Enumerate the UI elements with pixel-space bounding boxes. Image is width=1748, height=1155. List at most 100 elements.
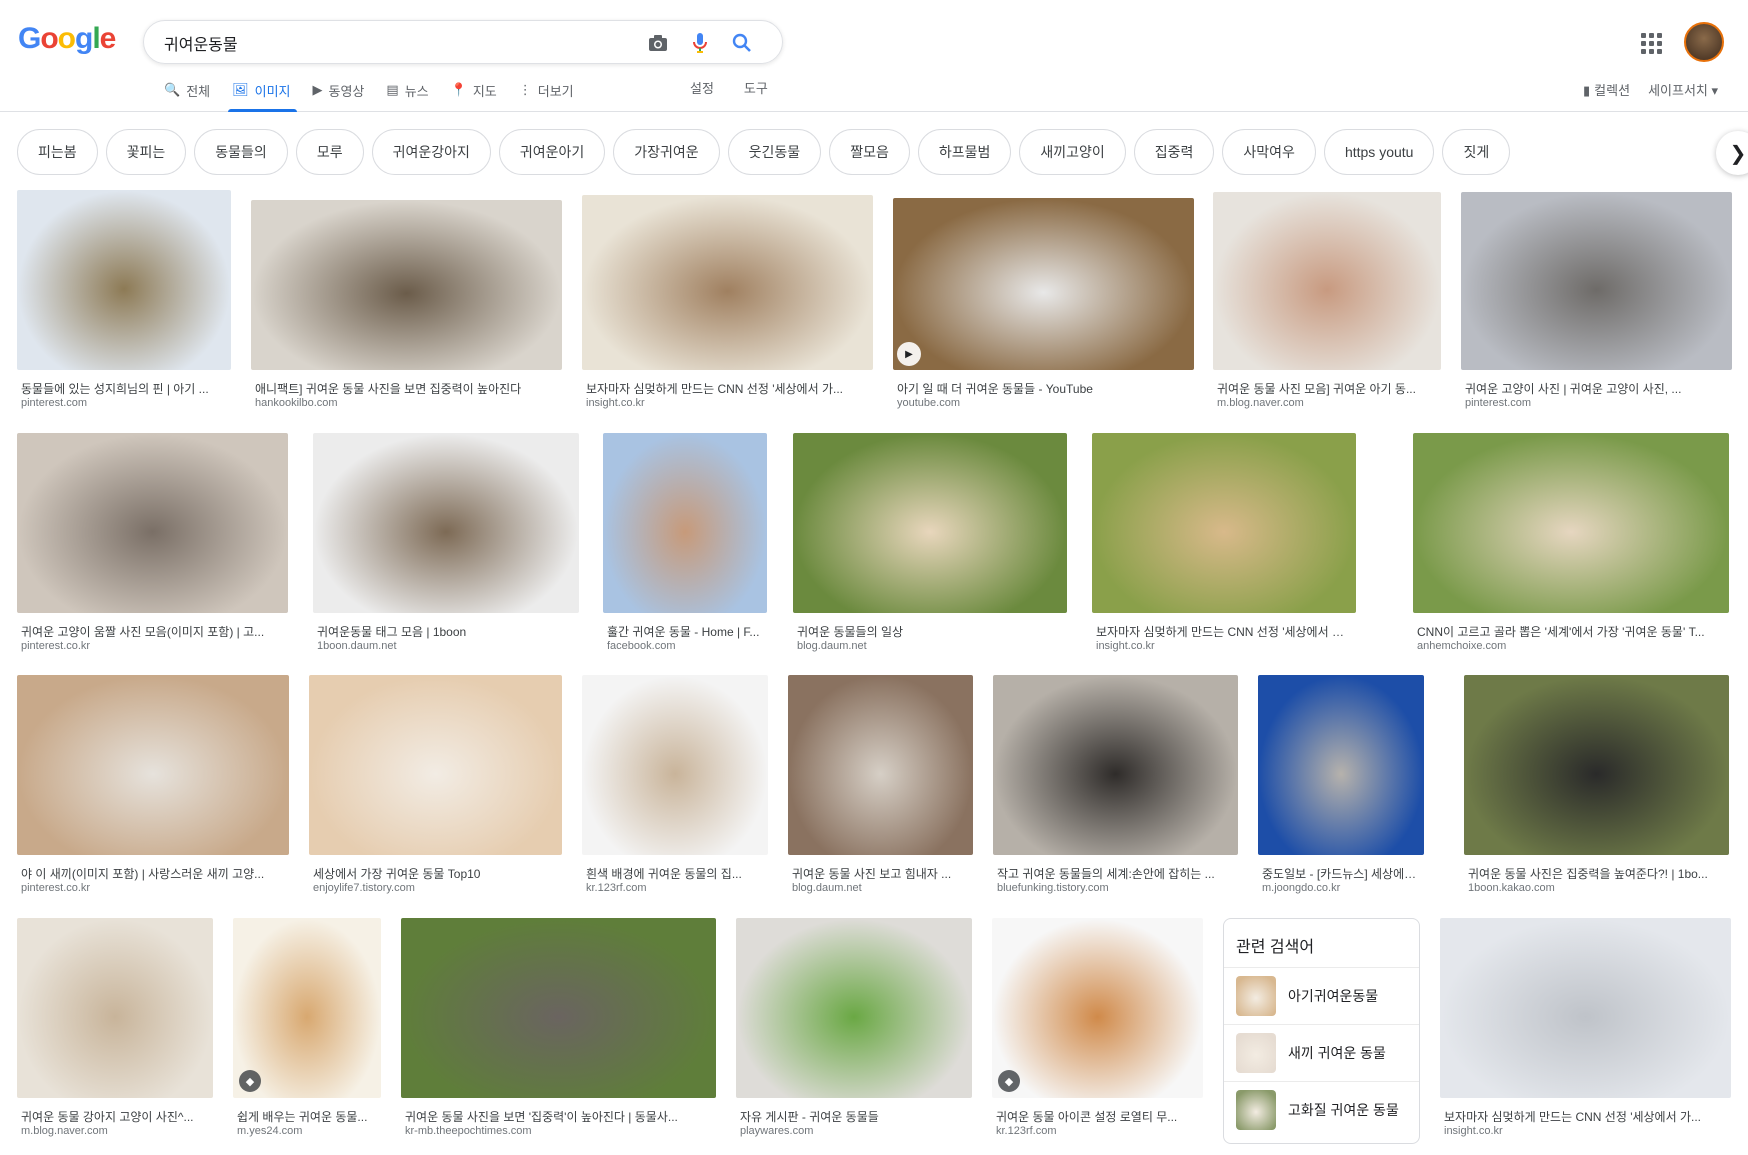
camera-icon[interactable] bbox=[646, 31, 670, 55]
result-thumbnail[interactable] bbox=[17, 433, 288, 613]
result-thumbnail[interactable] bbox=[736, 918, 972, 1098]
result-thumbnail[interactable] bbox=[582, 195, 873, 370]
image-result[interactable]: 귀여운 고양이 움짤 사진 모음(이미지 포함) | 고... pinterest… bbox=[17, 433, 288, 657]
tab-1[interactable]: 🖼 이미지 bbox=[228, 78, 302, 112]
result-title[interactable]: 동물들에 있는 성지희님의 핀 | 아기 ... bbox=[21, 380, 227, 397]
chip[interactable]: 가장귀여운 bbox=[613, 129, 720, 175]
image-result[interactable]: 귀여운 동물들의 일상 blog.daum.net bbox=[793, 433, 1067, 657]
chip[interactable]: https youtu bbox=[1323, 129, 1435, 175]
tab-4[interactable]: 📍 지도 bbox=[447, 78, 509, 112]
result-thumbnail[interactable] bbox=[1464, 675, 1729, 855]
image-result[interactable]: ◆ 귀여운 동물 아이콘 설정 로열티 무... kr.123rf.com bbox=[992, 918, 1203, 1142]
tab-0[interactable]: 🔍 전체 bbox=[160, 78, 222, 112]
image-result[interactable]: CNN이 고르고 골라 뽑은 '세계'에서 가장 '귀여운 동물' T... an… bbox=[1413, 433, 1729, 657]
chevron-right-icon[interactable]: ❯ bbox=[1716, 131, 1748, 175]
result-thumbnail[interactable] bbox=[1440, 918, 1731, 1098]
chip[interactable]: 꽃피는 bbox=[105, 129, 187, 175]
result-thumbnail[interactable] bbox=[1461, 192, 1732, 370]
image-result[interactable]: ◆ 쉽게 배우는 귀여운 동물... m.yes24.com bbox=[233, 918, 381, 1142]
result-title[interactable]: 귀여운 고양이 움짤 사진 모음(이미지 포함) | 고... bbox=[21, 623, 284, 640]
result-title[interactable]: 중도일보 - [카드뉴스] 세상에서 ... bbox=[1262, 865, 1420, 882]
result-thumbnail[interactable] bbox=[1258, 675, 1424, 855]
avatar[interactable] bbox=[1684, 22, 1724, 62]
result-title[interactable]: 흰색 배경에 귀여운 동물의 집... bbox=[586, 865, 764, 882]
result-thumbnail[interactable] bbox=[17, 918, 213, 1098]
result-title[interactable]: 야 이 새끼(이미지 포함) | 사랑스러운 새끼 고양... bbox=[21, 865, 285, 882]
result-thumbnail[interactable] bbox=[993, 675, 1238, 855]
image-result[interactable]: 세상에서 가장 귀여운 동물 Top10 enjoylife7.tistory.c… bbox=[309, 675, 562, 899]
image-result[interactable]: 귀여운동물 태그 모음 | 1boon 1boon.daum.net bbox=[313, 433, 579, 657]
safesearch-dropdown[interactable]: 세이프서치 ▾ bbox=[1648, 80, 1718, 99]
tab-2[interactable]: ▶ 동영상 bbox=[309, 78, 377, 112]
result-title[interactable]: CNN이 고르고 골라 뽑은 '세계'에서 가장 '귀여운 동물' T... bbox=[1417, 623, 1725, 640]
tab-5[interactable]: ⋮ 더보기 bbox=[515, 78, 586, 112]
chip[interactable]: 피는봄 bbox=[17, 129, 98, 175]
result-title[interactable]: 귀여운 동물 사진을 보면 '집중력'이 높아진다 | 동물사... bbox=[405, 1108, 712, 1125]
result-title[interactable]: 귀여운 동물 강아지 고양이 사진^... bbox=[21, 1108, 209, 1125]
image-result[interactable]: 보자마자 심멎하게 만드는 CNN 선정 '세상에서 가장 ... insight… bbox=[1092, 433, 1356, 657]
image-result[interactable]: 훌간 귀여운 동물 - Home | F... facebook.com bbox=[603, 433, 767, 657]
result-title[interactable]: 보자마자 심멎하게 만드는 CNN 선정 '세상에서 가... bbox=[1444, 1108, 1727, 1125]
image-result[interactable]: 귀여운 동물 사진은 집중력을 높여준다?! | 1bo... 1boon.kak… bbox=[1464, 675, 1729, 899]
chip[interactable]: 사막여우 bbox=[1222, 129, 1316, 175]
image-result[interactable]: 귀여운 동물 사진을 보면 '집중력'이 높아진다 | 동물사... kr-mb.… bbox=[401, 918, 716, 1142]
result-title[interactable]: 작고 귀여운 동물들의 세계:손안에 잡히는 ... bbox=[997, 865, 1234, 882]
apps-grid-icon[interactable] bbox=[1638, 30, 1662, 54]
chip[interactable]: 모루 bbox=[295, 129, 364, 175]
chip[interactable]: 짤모음 bbox=[829, 129, 910, 175]
chip[interactable]: 귀여운강아지 bbox=[371, 129, 491, 175]
result-thumbnail[interactable]: ◆ bbox=[992, 918, 1203, 1098]
result-thumbnail[interactable] bbox=[401, 918, 716, 1098]
search-input[interactable] bbox=[164, 31, 614, 55]
result-title[interactable]: 귀여운 동물들의 일상 bbox=[797, 623, 1063, 640]
result-title[interactable]: 쉽게 배우는 귀여운 동물... bbox=[237, 1108, 377, 1125]
result-title[interactable]: 보자마자 심멎하게 만드는 CNN 선정 '세상에서 가장 ... bbox=[1096, 623, 1352, 640]
result-title[interactable]: 아기 일 때 더 귀여운 동물들 - YouTube bbox=[897, 380, 1190, 397]
result-title[interactable]: 귀여운 동물 사진 모음] 귀여운 아기 동... bbox=[1217, 380, 1437, 397]
chip[interactable]: 새끼고양이 bbox=[1019, 129, 1126, 175]
microphone-icon[interactable] bbox=[688, 31, 712, 55]
chip[interactable]: 하프물범 bbox=[917, 129, 1012, 175]
settings-link[interactable]: 설정 bbox=[690, 78, 714, 97]
image-result[interactable]: 흰색 배경에 귀여운 동물의 집... kr.123rf.com bbox=[582, 675, 768, 899]
result-thumbnail[interactable] bbox=[1092, 433, 1356, 613]
result-title[interactable]: 자유 게시판 - 귀여운 동물들 bbox=[740, 1108, 968, 1125]
image-result[interactable]: 동물들에 있는 성지희님의 핀 | 아기 ... pinterest.com bbox=[17, 190, 231, 414]
result-thumbnail[interactable] bbox=[17, 675, 289, 855]
chip[interactable]: 귀여운아기 bbox=[498, 129, 606, 175]
result-title[interactable]: 귀여운 동물 사진은 집중력을 높여준다?! | 1bo... bbox=[1468, 865, 1725, 882]
related-item[interactable]: 새끼 귀여운 동물 bbox=[1224, 1024, 1419, 1081]
related-item[interactable]: 고화질 귀여운 동물 bbox=[1224, 1081, 1419, 1138]
result-thumbnail[interactable] bbox=[793, 433, 1067, 613]
chip[interactable]: 동물들의 bbox=[194, 129, 288, 175]
result-title[interactable]: 귀여운 고양이 사진 | 귀여운 고양이 사진, ... bbox=[1465, 380, 1728, 397]
image-result[interactable]: 귀여운 동물 강아지 고양이 사진^... m.blog.naver.com bbox=[17, 918, 213, 1142]
image-result[interactable]: 작고 귀여운 동물들의 세계:손안에 잡히는 ... bluefunking.ti… bbox=[993, 675, 1238, 899]
image-result[interactable]: ▶ 아기 일 때 더 귀여운 동물들 - YouTube youtube.com bbox=[893, 198, 1194, 414]
result-title[interactable]: 귀여운 동물 사진 보고 힘내자 ... bbox=[792, 865, 969, 882]
result-thumbnail[interactable]: ▶ bbox=[893, 198, 1194, 370]
result-thumbnail[interactable] bbox=[788, 675, 973, 855]
result-thumbnail[interactable] bbox=[313, 433, 579, 613]
chip[interactable]: 웃긴동물 bbox=[727, 129, 822, 175]
image-result[interactable]: 애니팩트] 귀여운 동물 사진을 보면 집중력이 높아진다 hankookilbo… bbox=[251, 200, 562, 414]
result-title[interactable]: 애니팩트] 귀여운 동물 사진을 보면 집중력이 높아진다 bbox=[255, 380, 558, 397]
chip[interactable]: 짓게 bbox=[1442, 129, 1511, 175]
image-result[interactable]: 야 이 새끼(이미지 포함) | 사랑스러운 새끼 고양... pinterest… bbox=[17, 675, 289, 899]
result-title[interactable]: 귀여운 동물 아이콘 설정 로열티 무... bbox=[996, 1108, 1199, 1125]
related-item[interactable]: 아기귀여운동물 bbox=[1224, 967, 1419, 1024]
search-icon[interactable] bbox=[730, 31, 754, 55]
result-title[interactable]: 세상에서 가장 귀여운 동물 Top10 bbox=[313, 865, 558, 882]
result-thumbnail[interactable] bbox=[309, 675, 562, 855]
result-thumbnail[interactable]: ◆ bbox=[233, 918, 381, 1098]
google-logo[interactable]: Google bbox=[18, 22, 116, 56]
image-result[interactable]: 보자마자 심멎하게 만드는 CNN 선정 '세상에서 가... insight.c… bbox=[1440, 918, 1731, 1142]
image-result[interactable]: 귀여운 고양이 사진 | 귀여운 고양이 사진, ... pinterest.co… bbox=[1461, 192, 1732, 414]
image-result[interactable]: 귀여운 동물 사진 보고 힘내자 ... blog.daum.net bbox=[788, 675, 973, 899]
result-title[interactable]: 귀여운동물 태그 모음 | 1boon bbox=[317, 623, 575, 640]
collections-link[interactable]: ▮ 컬렉션 bbox=[1583, 80, 1630, 99]
image-result[interactable]: 자유 게시판 - 귀여운 동물들 playwares.com bbox=[736, 918, 972, 1142]
result-thumbnail[interactable] bbox=[17, 190, 231, 370]
image-result[interactable]: 보자마자 심멎하게 만드는 CNN 선정 '세상에서 가... insight.c… bbox=[582, 195, 873, 414]
result-thumbnail[interactable] bbox=[251, 200, 562, 370]
